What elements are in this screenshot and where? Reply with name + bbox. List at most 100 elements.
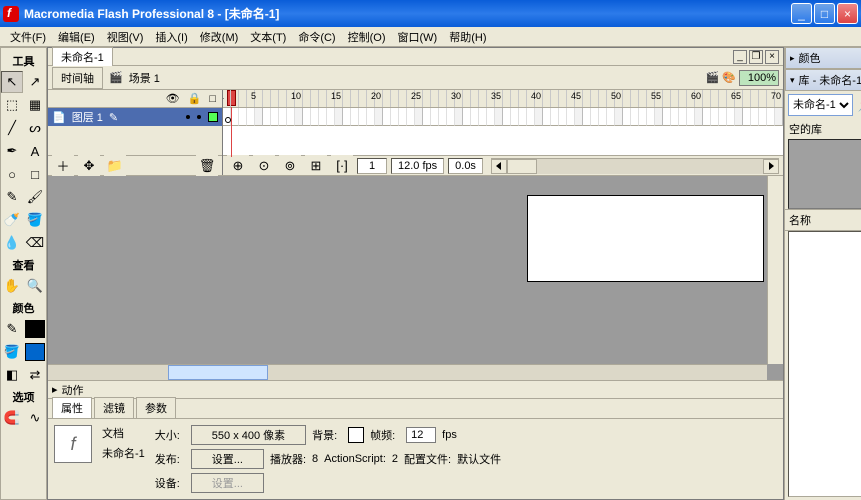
frame-ruler[interactable] (223, 90, 783, 108)
layers-header: 👁 🔒 □ (48, 90, 222, 108)
options-label: 选项 (13, 389, 35, 405)
selection-tool[interactable]: ↖ (1, 71, 23, 93)
props-tab-2[interactable]: 参数 (136, 397, 176, 418)
pencil-tool[interactable]: ✎ (1, 186, 23, 208)
size-button[interactable]: 550 x 400 像素 (191, 425, 306, 445)
menu-帮助(H)[interactable]: 帮助(H) (443, 27, 492, 47)
doc-close[interactable]: × (765, 50, 779, 64)
rectangle-tool[interactable]: □ (24, 163, 46, 185)
layer-row[interactable]: 📄 图层 1 ✎ (48, 108, 222, 126)
stage-scroll-horizontal[interactable] (48, 364, 767, 380)
elapsed-time: 0.0s (448, 158, 483, 174)
text-tool[interactable]: A (24, 140, 46, 162)
size-label: 大小: (155, 427, 185, 443)
eye-icon[interactable]: 👁 (166, 92, 180, 105)
actions-label: 动作 (62, 382, 84, 398)
frame-track[interactable] (223, 108, 783, 155)
scene-name[interactable]: 场景 1 (129, 70, 160, 86)
menu-文本(T)[interactable]: 文本(T) (244, 27, 292, 47)
device-settings-button[interactable]: 设置... (191, 473, 264, 493)
add-layer-button[interactable]: ＋ (52, 155, 74, 177)
menu-窗口(W)[interactable]: 窗口(W) (392, 27, 444, 47)
window-title: Macromedia Flash Professional 8 - [未命名-1… (24, 5, 791, 22)
library-columns: 名称 类型 (785, 209, 861, 231)
edit-symbol-icon[interactable]: 🎨 (722, 71, 736, 84)
props-tab-0[interactable]: 属性 (52, 397, 92, 418)
gradient-tool[interactable]: ▦ (24, 94, 46, 116)
frame-status-bar: ⊕ ⊙ ⊚ ⊞ [·] 1 12.0 fps 0.0s (223, 155, 783, 175)
pen-tool[interactable]: ✒ (1, 140, 23, 162)
library-list[interactable] (788, 231, 861, 497)
stage-scroll-vertical[interactable] (767, 176, 783, 364)
layer-name: 图层 1 (72, 109, 103, 125)
outline-icon[interactable]: □ (209, 93, 216, 105)
fill-swatch[interactable] (24, 341, 46, 363)
free-transform-tool[interactable]: ⬚ (1, 94, 23, 116)
color-label: 颜色 (13, 300, 35, 316)
doc-minimize[interactable]: _ (733, 50, 747, 64)
fps-label: fps (442, 429, 457, 441)
scroll-left[interactable] (491, 159, 507, 174)
framerate-label: 帧频: (370, 427, 400, 443)
add-folder-button[interactable]: 📁 (104, 155, 126, 177)
doc-restore[interactable]: ❐ (749, 50, 763, 64)
maximize-button[interactable]: □ (814, 3, 835, 24)
brush-tool[interactable]: 🖌 (24, 186, 46, 208)
profile-label: 配置文件: (404, 451, 451, 467)
actions-panel-header[interactable]: ▸动作 (48, 380, 783, 398)
paint-bucket-tool[interactable]: 🪣 (24, 209, 46, 231)
scroll-right[interactable] (763, 159, 779, 174)
ink-bottle-tool[interactable]: 🍼 (1, 209, 23, 231)
onion-markers-icon[interactable]: [·] (331, 155, 353, 176)
framerate-input[interactable] (406, 427, 436, 443)
menu-插入(I)[interactable]: 插入(I) (149, 27, 193, 47)
col-name[interactable]: 名称 (785, 210, 861, 230)
lock-icon[interactable]: 🔒 (188, 92, 202, 105)
stage-canvas[interactable] (528, 196, 763, 281)
document-icon: f (54, 425, 92, 463)
menu-视图(V)[interactable]: 视图(V) (101, 27, 150, 47)
layers-pane: 👁 🔒 □ 📄 图层 1 ✎ ＋ ✥ 📁 🗑 (48, 90, 223, 175)
close-button[interactable]: × (837, 3, 858, 24)
zoom-tool[interactable]: 🔍 (24, 275, 46, 297)
zoom-input[interactable] (739, 70, 779, 86)
publish-settings-button[interactable]: 设置... (191, 449, 264, 469)
center-frame-icon[interactable]: ⊕ (227, 155, 249, 176)
smooth-option[interactable]: ∿ (24, 407, 46, 429)
pin-library-icon[interactable]: 📌 (855, 94, 861, 116)
hand-tool[interactable]: ✋ (1, 275, 23, 297)
oval-tool[interactable]: ○ (1, 163, 23, 185)
minimize-button[interactable]: _ (791, 3, 812, 24)
delete-layer-button[interactable]: 🗑 (196, 155, 218, 177)
scroll-track[interactable] (507, 159, 763, 174)
stage-area[interactable] (48, 176, 783, 380)
color-panel-header[interactable]: 颜色 (785, 47, 861, 69)
line-tool[interactable]: ╱ (1, 117, 23, 139)
subselect-tool[interactable]: ↗ (24, 71, 46, 93)
add-guide-button[interactable]: ✥ (78, 155, 100, 177)
menu-修改(M)[interactable]: 修改(M) (194, 27, 245, 47)
edit-scene-icon[interactable]: 🎬 (706, 71, 720, 84)
edit-multiple-icon[interactable]: ⊞ (305, 155, 327, 176)
timeline-button[interactable]: 时间轴 (52, 67, 103, 89)
menu-编辑(E)[interactable]: 编辑(E) (52, 27, 101, 47)
menu-命令(C)[interactable]: 命令(C) (292, 27, 341, 47)
menu-控制(O)[interactable]: 控制(O) (342, 27, 392, 47)
library-select[interactable]: 未命名-1 (788, 94, 853, 116)
library-panel-header[interactable]: 库 - 未命名-1 (785, 69, 861, 91)
scene-icon[interactable]: 🎬 (109, 71, 123, 84)
bg-swatch[interactable] (348, 427, 364, 443)
stroke-swatch[interactable] (24, 318, 46, 340)
noswap-swatch[interactable]: ⇄ (24, 364, 46, 386)
eyedropper-tool[interactable]: 💧 (1, 232, 23, 254)
snap-option[interactable]: 🧲 (1, 407, 23, 429)
bg-label: 背景: (312, 427, 342, 443)
eraser-tool[interactable]: ⌫ (24, 232, 46, 254)
menu-文件(F)[interactable]: 文件(F) (4, 27, 52, 47)
props-tab-1[interactable]: 滤镜 (94, 397, 134, 418)
doc-tab[interactable]: 未命名-1 (52, 47, 113, 66)
lasso-tool[interactable]: ᔕ (24, 117, 46, 139)
onion-skin-icon[interactable]: ⊙ (253, 155, 275, 176)
bw-swatch[interactable]: ◧ (1, 364, 23, 386)
onion-outline-icon[interactable]: ⊚ (279, 155, 301, 176)
